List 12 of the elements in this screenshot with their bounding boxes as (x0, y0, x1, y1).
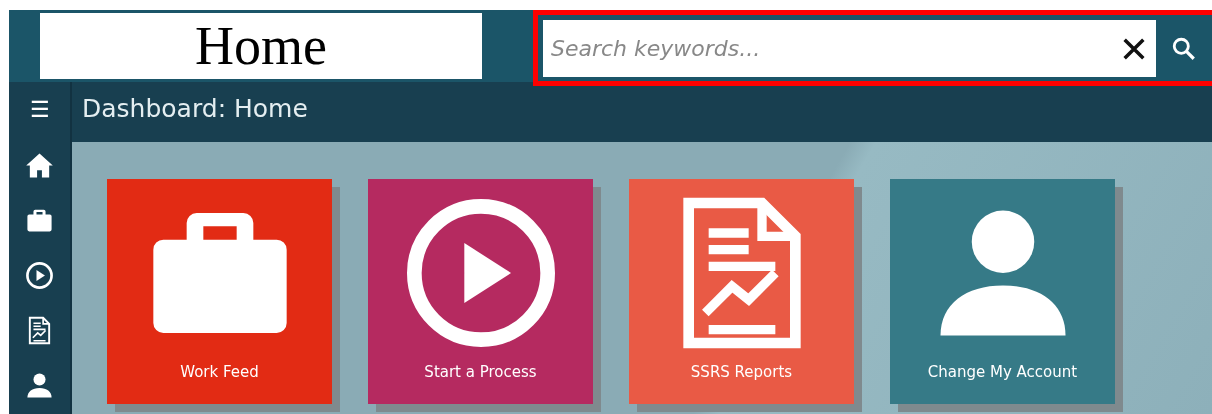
play-icon (25, 261, 54, 290)
search-field[interactable]: Search keywords... (543, 20, 1112, 77)
home-icon (25, 151, 54, 180)
dashboard-title: Dashboard: Home (82, 93, 308, 123)
page-title: Home (40, 13, 482, 79)
menu-button[interactable]: ☰ (21, 80, 58, 140)
sidebar-item[interactable] (25, 371, 54, 400)
person-icon (25, 371, 54, 400)
search-icon (1171, 35, 1197, 62)
sidebar-item[interactable] (25, 151, 54, 180)
sidebar-item[interactable] (25, 261, 54, 290)
clear-button[interactable] (1112, 20, 1156, 77)
